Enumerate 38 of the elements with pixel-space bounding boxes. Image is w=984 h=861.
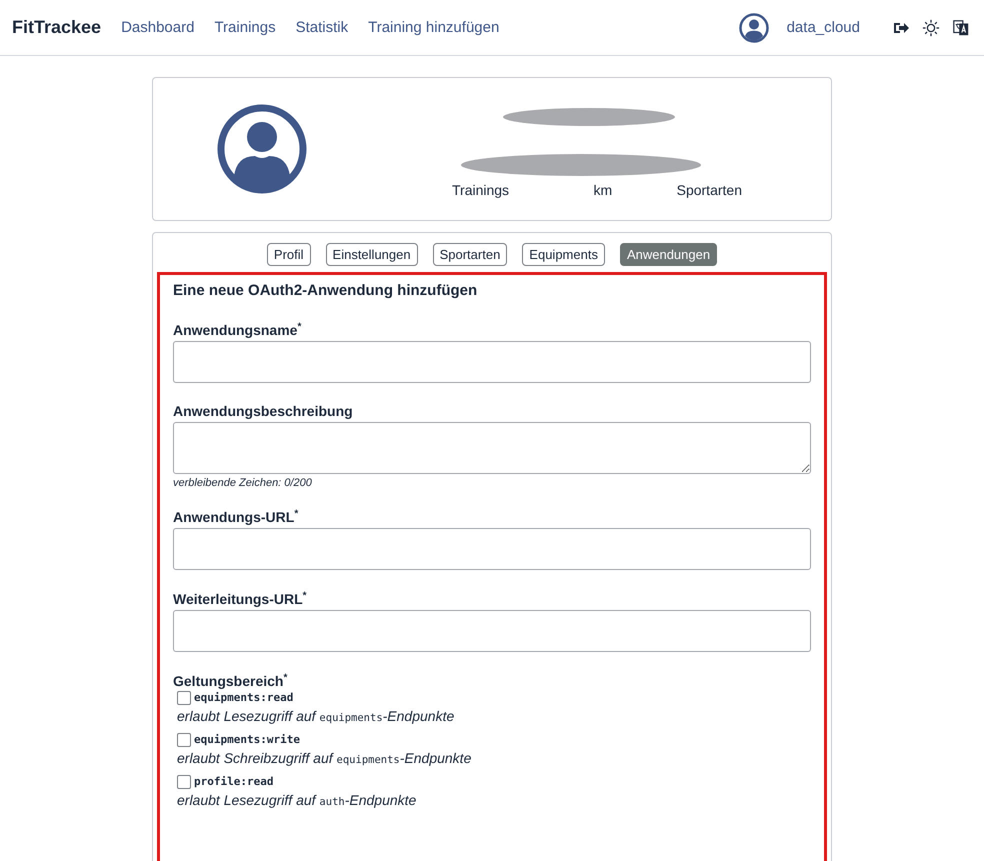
nav-link[interactable]: Statistik: [296, 19, 348, 36]
scope-name: equipments:read: [194, 691, 294, 704]
scope-name: equipments:write: [194, 733, 300, 746]
username-link[interactable]: data_cloud: [786, 19, 860, 36]
user-avatar-icon[interactable]: [738, 12, 769, 42]
stat-label: Trainings: [452, 182, 510, 198]
brand-logo[interactable]: FitTrackee: [12, 17, 102, 38]
stat-label: Sportarten: [676, 182, 742, 198]
tab[interactable]: Sportarten: [432, 243, 508, 266]
user-avatar-icon: [217, 104, 307, 194]
scope-description: erlaubt Schreibzugriff auf equipments-Endpunkte: [177, 750, 472, 766]
scope-description: erlaubt Lesezugriff auf auth-Endpunkte: [177, 792, 418, 808]
input-field[interactable]: [173, 610, 811, 652]
scope-name: profile:read: [194, 775, 274, 788]
text-area[interactable]: [173, 422, 811, 474]
nav-link[interactable]: Dashboard: [121, 19, 194, 36]
checkbox[interactable]: [177, 774, 191, 789]
form-title: Eine neue OAuth2-Anwendung hinzufügen: [173, 282, 478, 299]
tab[interactable]: Einstellungen: [326, 243, 418, 266]
tab[interactable]: Profil: [266, 243, 311, 266]
field-label: Anwendungsname$^{*}$: [173, 321, 302, 338]
translate-icon[interactable]: [952, 18, 970, 36]
field-label: Anwendungs-URL$^{*}$: [173, 508, 300, 526]
input-field[interactable]: [173, 340, 811, 383]
checkbox[interactable]: [177, 732, 191, 747]
field-label: Geltungsbereich$^{*}$: [173, 672, 288, 689]
stat-label: km: [594, 182, 612, 198]
input-field[interactable]: [173, 528, 811, 570]
character-counter: verbleibende Zeichen: 0/200: [173, 476, 313, 489]
field-label: Anwendungsbeschreibung: [173, 402, 354, 419]
checkbox[interactable]: [177, 690, 191, 705]
field-label: Weiterleitungs-URL$^{*}$: [173, 590, 308, 607]
nav-link[interactable]: Training hinzufügen: [368, 19, 500, 36]
nav-link[interactable]: Trainings: [214, 19, 276, 36]
tab[interactable]: Equipments: [522, 243, 605, 266]
tab[interactable]: Anwendungen: [620, 243, 718, 266]
scope-description: erlaubt Lesezugriff auf equipments-Endpunkte: [177, 708, 456, 724]
sun-icon[interactable]: [922, 18, 940, 36]
